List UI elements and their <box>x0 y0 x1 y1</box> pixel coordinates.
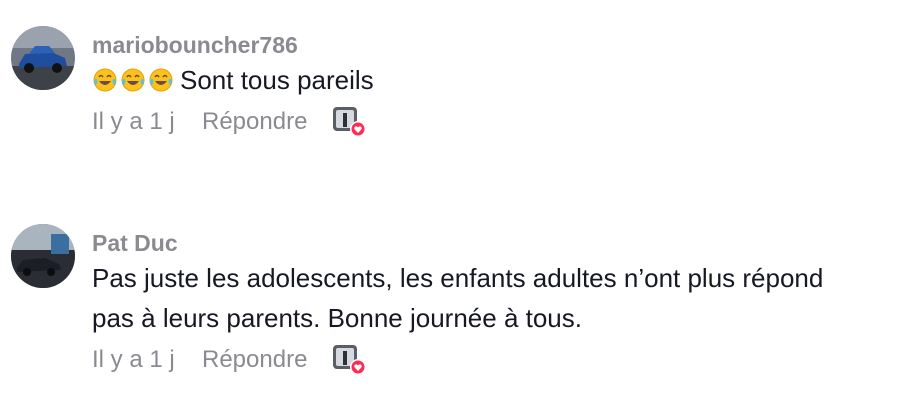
comment-meta: Il y a 1 j Répondre <box>92 340 924 380</box>
comment-text-content: Sont tous pareils <box>180 65 374 95</box>
comment-text-line: pas à leurs parents. Bonne journée à tou… <box>92 303 582 333</box>
creator-liked-heart-icon <box>331 343 367 377</box>
reply-button[interactable]: Répondre <box>202 108 307 136</box>
comment-text-line: Pas juste les adolescents, les enfants a… <box>92 263 824 293</box>
laughing-tears-emoji-icon <box>93 68 117 92</box>
avatar[interactable] <box>11 26 75 90</box>
comment-text: Pas juste les adolescents, les enfants a… <box>92 258 924 338</box>
reply-button[interactable]: Répondre <box>202 346 307 374</box>
creator-liked-heart-icon <box>331 105 367 139</box>
comment-timestamp: Il y a 1 j <box>92 346 175 373</box>
comment-timestamp: Il y a 1 j <box>92 108 175 135</box>
laughing-tears-emoji-icon <box>149 68 173 92</box>
comment-username[interactable]: Pat Duc <box>92 228 924 258</box>
comment-text: Sont tous pareils <box>92 60 924 100</box>
comment-username[interactable]: mariobouncher786 <box>92 30 924 60</box>
avatar[interactable] <box>11 224 75 288</box>
comment-meta: Il y a 1 j Répondre <box>92 102 924 142</box>
laughing-tears-emoji-icon <box>121 68 145 92</box>
emoji-group <box>92 67 174 93</box>
